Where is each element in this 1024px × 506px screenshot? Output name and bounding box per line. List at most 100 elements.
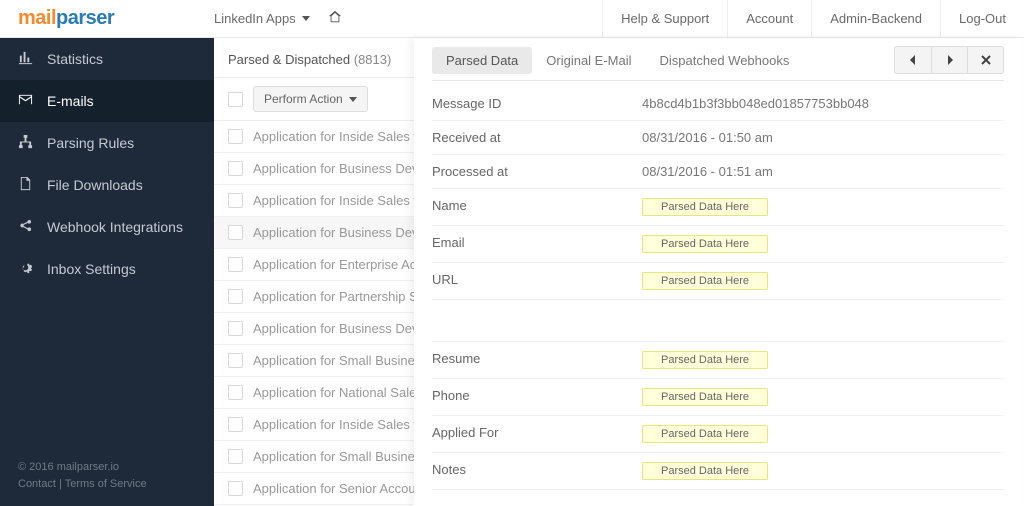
sidebar-item-statistics[interactable]: Statistics (0, 38, 214, 80)
pager (894, 46, 1004, 74)
row-checkbox[interactable] (228, 353, 243, 368)
field-label: Applied For (432, 425, 642, 443)
sidebar-label: Inbox Settings (47, 261, 136, 277)
list-row[interactable]: Application for Small Business from John… (214, 441, 425, 473)
list-row[interactable]: Application for Inside Sales from John E… (214, 185, 425, 217)
list-row[interactable]: Application for Business Development fro… (214, 313, 425, 345)
row-checkbox[interactable] (228, 225, 243, 240)
top-menu: Help & Support Account Admin-Backend Log… (602, 0, 1024, 37)
field-value: Parsed Data Here (642, 198, 768, 216)
home-icon[interactable] (328, 10, 342, 27)
field-label: Resume (432, 351, 642, 369)
field-value: Parsed Data Here (642, 235, 768, 253)
row-checkbox[interactable] (228, 129, 243, 144)
field-label: Processed at (432, 164, 642, 179)
top-menu-account[interactable]: Account (727, 0, 811, 37)
row-checkbox[interactable] (228, 385, 243, 400)
detail-tabs: Parsed Data Original E-Mail Dispatched W… (432, 46, 1004, 81)
footer-sep: | (56, 478, 65, 490)
list-row[interactable]: Application for Inside Sales from John E… (214, 409, 425, 441)
field-label: Notes (432, 462, 642, 480)
footer-copyright: © 2016 mailparser.io (18, 459, 196, 476)
select-all-checkbox[interactable] (228, 92, 243, 107)
sidebar-item-inbox[interactable]: Inbox Settings (0, 248, 214, 290)
caret-down-icon (349, 97, 357, 102)
row-checkbox[interactable] (228, 289, 243, 304)
list-row[interactable]: Application for Partnership Sales from J… (214, 281, 425, 313)
sidebar-item-webhooks[interactable]: Webhook Integrations (0, 206, 214, 248)
field-label: Message ID (432, 96, 642, 111)
tab-original-email[interactable]: Original E-Mail (532, 47, 645, 74)
list-row[interactable]: Application for Business Development fro… (214, 153, 425, 185)
row-checkbox[interactable] (228, 481, 243, 496)
row-checkbox[interactable] (228, 161, 243, 176)
field-row: NotesParsed Data Here (432, 453, 1004, 490)
sidebar-item-parsing[interactable]: Parsing Rules (0, 122, 214, 164)
field-row: NameParsed Data Here (432, 189, 1004, 226)
top-menu-admin[interactable]: Admin-Backend (811, 0, 940, 37)
footer-contact[interactable]: Contact (18, 478, 56, 490)
footer-terms[interactable]: Terms of Service (65, 478, 147, 490)
field-value: Parsed Data Here (642, 351, 768, 369)
sidebar-item-downloads[interactable]: File Downloads (0, 164, 214, 206)
field-value: Parsed Data Here (642, 272, 768, 290)
field-value: Parsed Data Here (642, 462, 768, 480)
top-menu-help[interactable]: Help & Support (602, 0, 727, 37)
file-icon (18, 176, 33, 194)
field-label: Received at (432, 130, 642, 145)
list-row[interactable]: Application for Inside Sales from John E… (214, 121, 425, 153)
row-subject: Application for National Sales from John… (253, 385, 425, 400)
logo-b: parser (56, 7, 114, 29)
pager-close-button[interactable] (967, 47, 1003, 73)
parsed-placeholder: Parsed Data Here (642, 462, 768, 480)
row-checkbox[interactable] (228, 257, 243, 272)
field-label: URL (432, 272, 642, 290)
row-subject: Application for Business Development fro… (253, 161, 425, 176)
list-row[interactable]: Application for Enterprise Account from … (214, 249, 425, 281)
perform-action-button[interactable]: Perform Action (253, 86, 368, 112)
list-count: (8813) (354, 52, 392, 67)
row-checkbox[interactable] (228, 321, 243, 336)
parsed-placeholder: Parsed Data Here (642, 272, 768, 290)
row-subject: Application for Small Business from John… (253, 449, 425, 464)
row-subject: Application for Business Development fro… (253, 321, 425, 336)
sidebar-label: E-mails (47, 93, 94, 109)
row-subject: Application for Enterprise Account from … (253, 257, 425, 272)
sidebar-item-emails[interactable]: E-mails (0, 80, 214, 122)
gear-icon (18, 260, 33, 278)
field-value: Parsed Data Here (642, 425, 768, 443)
app-dropdown-label: LinkedIn Apps (214, 11, 296, 26)
sidebar-label: Webhook Integrations (47, 219, 183, 235)
top-menu-logout[interactable]: Log-Out (940, 0, 1024, 37)
row-checkbox[interactable] (228, 417, 243, 432)
tab-parsed-data[interactable]: Parsed Data (432, 47, 532, 74)
list-row[interactable]: Application for Senior Account from John… (214, 473, 425, 505)
list-row[interactable]: Application for Business Development fro… (214, 217, 425, 249)
row-subject: Application for Inside Sales from John E… (253, 193, 425, 208)
list-row[interactable]: Application for National Sales from John… (214, 377, 425, 409)
caret-down-icon (302, 16, 310, 21)
sidebar-nav: Statistics E-mails Parsing Rules File Do… (0, 38, 214, 290)
share-icon (18, 218, 33, 236)
row-subject: Application for Partnership Sales from J… (253, 289, 425, 304)
logo[interactable]: mailparser (0, 7, 214, 30)
sidebar: Statistics E-mails Parsing Rules File Do… (0, 38, 214, 506)
pager-prev-button[interactable] (895, 47, 931, 73)
list-row[interactable]: Application for Small Business from John… (214, 345, 425, 377)
detail-panel: Parsed Data Original E-Mail Dispatched W… (414, 38, 1022, 506)
sidebar-footer: © 2016 mailparser.io Contact | Terms of … (0, 459, 214, 506)
field-row: EmailParsed Data Here (432, 226, 1004, 263)
app-dropdown[interactable]: LinkedIn Apps (214, 11, 310, 26)
tab-webhooks[interactable]: Dispatched Webhooks (646, 47, 804, 74)
sidebar-label: File Downloads (47, 177, 143, 193)
chart-icon (18, 50, 33, 68)
top-center: LinkedIn Apps (214, 10, 342, 27)
list-header: Parsed & Dispatched (8813) (214, 38, 425, 78)
field-row: Applied ForParsed Data Here (432, 416, 1004, 453)
row-checkbox[interactable] (228, 449, 243, 464)
row-checkbox[interactable] (228, 193, 243, 208)
field-row: Message ID4b8cd4b1b3f3bb048ed01857753bb0… (432, 87, 1004, 121)
pager-next-button[interactable] (931, 47, 967, 73)
row-subject: Application for Small Business from John… (253, 353, 425, 368)
topbar: mailparser LinkedIn Apps Help & Support … (0, 0, 1024, 38)
